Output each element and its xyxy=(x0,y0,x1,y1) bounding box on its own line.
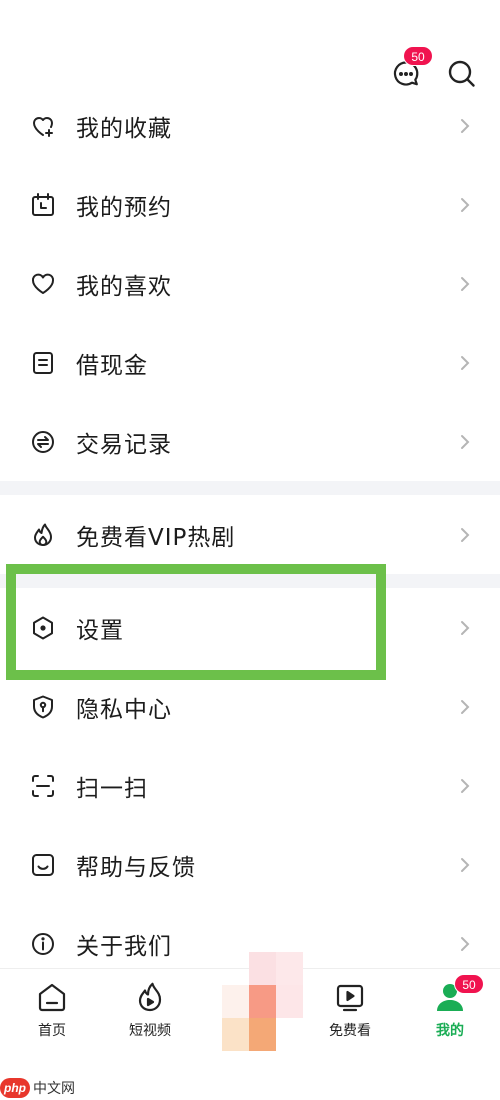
menu-item-scan[interactable]: 扫一扫 xyxy=(0,746,500,825)
menu-item-label: 我的喜欢 xyxy=(76,273,172,300)
privacy-shield-icon xyxy=(33,695,53,718)
chevron-right-icon xyxy=(461,197,470,212)
menu-item-reservations[interactable]: 我的预约 xyxy=(0,165,500,244)
exchange-icon xyxy=(32,430,54,453)
section-divider xyxy=(0,481,500,495)
feedback-icon xyxy=(32,853,54,876)
settings-hexagon-icon xyxy=(33,616,53,639)
flame-icon xyxy=(34,523,52,546)
profile-tab-badge: 50 xyxy=(454,974,484,994)
section-divider xyxy=(0,574,500,588)
chevron-right-icon xyxy=(461,778,470,793)
chevron-right-icon xyxy=(461,699,470,714)
menu-item-help-feedback[interactable]: 帮助与反馈 xyxy=(0,825,500,904)
scan-icon xyxy=(32,774,54,797)
menu-item-label: 我的预约 xyxy=(76,194,172,221)
heart-icon xyxy=(31,273,55,294)
tv-play-icon xyxy=(336,984,364,1012)
home-icon xyxy=(38,983,66,1012)
profile-menu: 我的收藏 我的预约 我的喜欢 借现金 交易记录 免费看VIP热剧 设置 隐私中心… xyxy=(0,86,500,983)
tab-label: 首页 xyxy=(38,1023,66,1039)
chevron-right-icon xyxy=(461,936,470,951)
info-icon xyxy=(32,932,54,955)
menu-item-label: 我的收藏 xyxy=(76,115,172,142)
menu-item-label: 交易记录 xyxy=(76,431,172,458)
tab-free-watch[interactable]: 免费看 xyxy=(300,969,400,1051)
chevron-right-icon xyxy=(461,434,470,449)
menu-item-label: 扫一扫 xyxy=(76,775,148,802)
short-video-icon xyxy=(138,982,162,1012)
watermark: php 中文网 xyxy=(0,1076,75,1100)
menu-item-free-vip[interactable]: 免费看VIP热剧 xyxy=(0,495,500,574)
watermark-text: 中文网 xyxy=(33,1081,75,1097)
tab-profile[interactable]: 我的 xyxy=(400,969,500,1051)
menu-item-privacy[interactable]: 隐私中心 xyxy=(0,667,500,746)
chevron-right-icon xyxy=(461,620,470,635)
menu-item-label: 借现金 xyxy=(76,352,148,379)
menu-item-label: 关于我们 xyxy=(76,933,172,960)
menu-item-label: 帮助与反馈 xyxy=(76,854,196,881)
chevron-right-icon xyxy=(461,857,470,872)
document-icon xyxy=(33,351,53,374)
chevron-right-icon xyxy=(461,527,470,542)
menu-item-likes[interactable]: 我的喜欢 xyxy=(0,244,500,323)
blurred-center-element[interactable] xyxy=(222,952,303,1052)
menu-item-favorites[interactable]: 我的收藏 xyxy=(0,86,500,165)
menu-item-label: 隐私中心 xyxy=(76,696,172,723)
menu-item-settings[interactable]: 设置 xyxy=(0,588,500,667)
tab-short-video[interactable]: 短视频 xyxy=(100,969,200,1051)
chevron-right-icon xyxy=(461,355,470,370)
chevron-right-icon xyxy=(461,276,470,291)
chevron-right-icon xyxy=(461,118,470,133)
message-badge: 50 xyxy=(403,46,433,66)
calendar-icon xyxy=(32,192,54,216)
tab-label: 免费看 xyxy=(329,1023,371,1039)
tab-label: 短视频 xyxy=(129,1023,171,1039)
favorite-heart-plus-icon xyxy=(33,116,53,137)
menu-item-transactions[interactable]: 交易记录 xyxy=(0,402,500,481)
menu-item-label: 设置 xyxy=(76,617,124,644)
tab-label: 我的 xyxy=(436,1023,464,1039)
watermark-logo: php xyxy=(0,1078,30,1098)
menu-item-label: 免费看VIP热剧 xyxy=(76,524,236,551)
tab-home[interactable]: 首页 xyxy=(2,969,102,1051)
search-icon xyxy=(448,60,475,87)
menu-item-borrow-cash[interactable]: 借现金 xyxy=(0,323,500,402)
